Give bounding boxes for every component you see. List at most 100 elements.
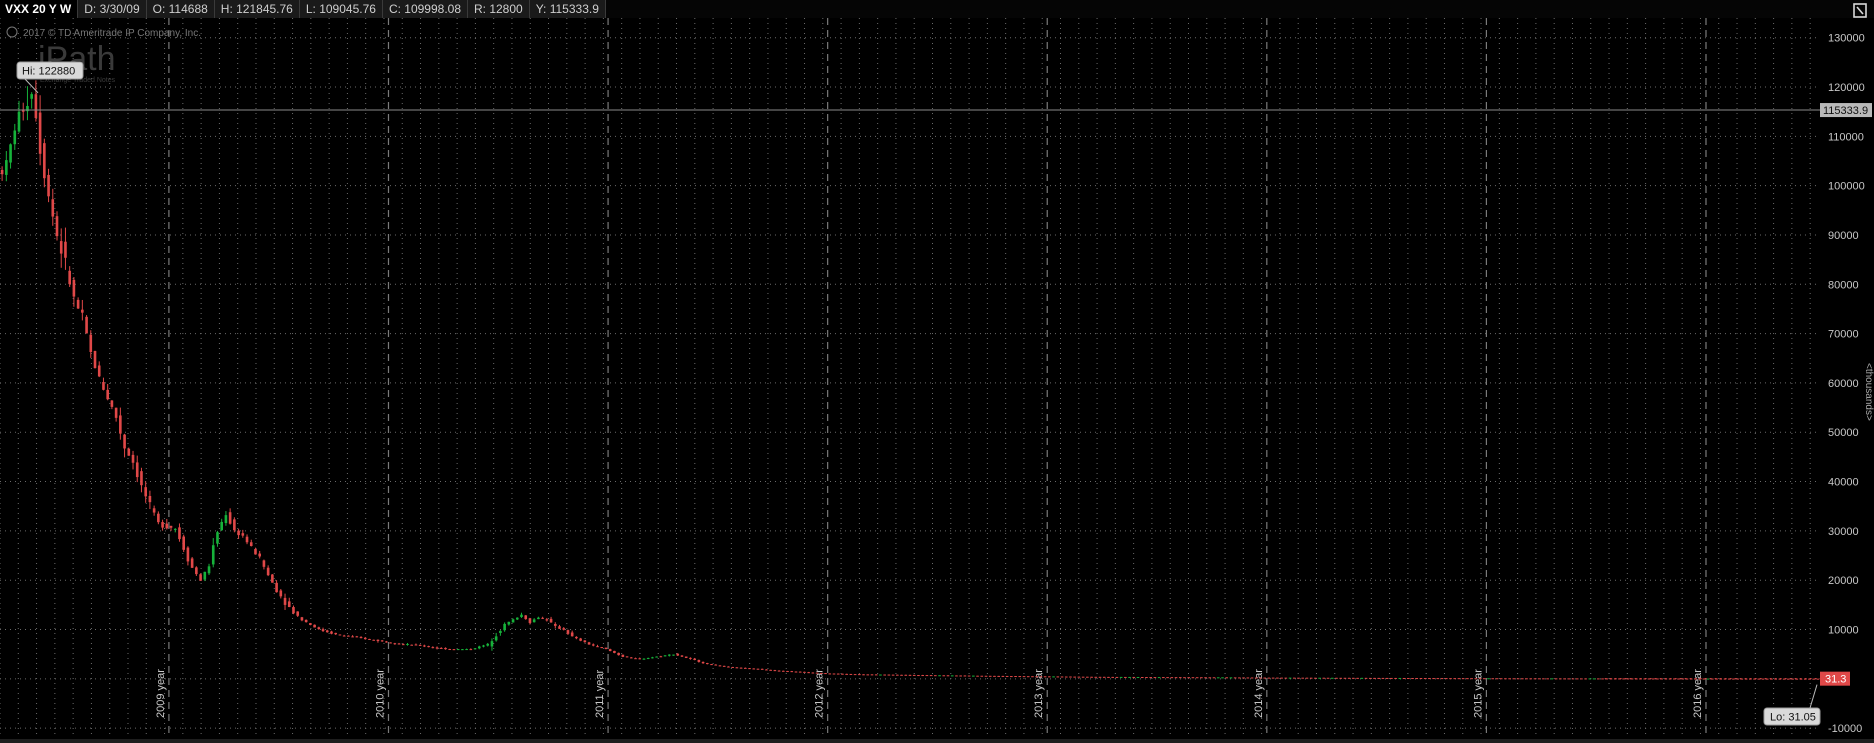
candle [1390,677,1393,679]
candle-body [1394,677,1397,679]
candle-body [477,646,481,649]
candle [1014,676,1017,678]
candle-body [144,487,147,497]
candle [456,648,460,651]
candle-body [338,634,342,636]
candle [1221,677,1224,679]
candle [524,615,528,620]
candle [587,641,591,645]
candle [47,168,50,203]
candle-body [1064,676,1068,678]
candle [1060,676,1064,678]
candle [537,616,540,620]
candle [1352,677,1355,679]
candle [625,656,629,658]
candle-body [701,661,705,664]
candle-body [224,515,228,524]
candle-body [908,674,912,676]
candle [520,612,523,618]
candle [355,635,359,638]
candle-body [1592,678,1596,680]
candle-body [1550,678,1554,680]
candle [1339,677,1343,679]
candle [815,672,819,674]
candle-body [1571,678,1575,680]
candle [629,657,633,659]
bottom-scroll-bar[interactable] [0,739,1874,743]
candle [988,675,992,677]
candle-body [190,558,194,568]
candle-body [1406,677,1410,679]
candle [777,670,781,672]
candle [680,655,684,657]
candle-body [368,638,371,640]
candle [1288,677,1292,679]
candle-body [1090,676,1093,678]
price-axis[interactable]: -10000 10000 20000 30000 40000 50000 60000 7000… [1820,33,1874,735]
candle-body [756,668,760,670]
candle [929,675,933,677]
candle [169,525,173,531]
candle-body [1436,678,1440,680]
price-tick-label: 100000 [1828,181,1865,193]
candle [5,151,8,182]
candle-body [870,674,874,676]
candle [258,550,262,559]
candle-body [1318,677,1321,679]
price-tick-label: 90000 [1828,230,1859,242]
candle [1816,678,1820,680]
candle-body [0,169,4,175]
candle-body [891,674,895,676]
candle-body [1390,677,1393,679]
candle-body [89,334,93,353]
candle-body [1010,676,1013,678]
candle [296,611,300,617]
info-icon[interactable] [6,26,18,38]
candle-body [397,643,401,645]
candle [283,593,287,610]
candle [1364,677,1368,679]
price-tick-label: 20000 [1828,575,1859,587]
candle [1330,677,1334,679]
candle [1183,677,1186,679]
candle-body [237,530,240,536]
date-field: D: 3/30/09 [78,0,147,18]
candle-body [1060,676,1064,678]
symbol-label[interactable]: VXX 20 Y W [0,0,79,18]
candle-body [271,574,274,583]
candle-body [883,674,886,676]
year-label: 2011 year [594,670,606,718]
chart-settings-icon[interactable] [1850,1,1870,19]
candle-body [203,571,207,580]
candle-body [1520,678,1524,680]
candle [689,657,692,660]
candle [1457,678,1461,680]
candle-body [1111,676,1115,678]
candle-body [228,512,232,524]
candle-body [655,656,658,658]
candle-body [967,675,971,677]
candle [34,80,38,122]
candle-body [803,671,806,673]
candle [347,635,350,637]
candle-body [1250,677,1254,679]
candle-body [1212,677,1216,679]
candle [1571,678,1575,680]
candle [722,665,726,667]
candle [921,674,924,677]
candle-body [794,671,798,673]
candle-body [110,400,114,407]
candle [1761,678,1765,680]
price-chart[interactable]: 2009 year 2010 year 2011 year 2012 year 2013… [0,18,1874,739]
candle [119,407,122,440]
candle [1411,678,1414,680]
candle-body [942,675,946,677]
candle-body [55,216,59,237]
candle-body [216,532,219,544]
candle-body [389,642,392,644]
candle [1554,678,1558,680]
candle [790,670,794,673]
candle-body [482,645,485,647]
candle-body [127,448,131,456]
candle [832,673,836,675]
